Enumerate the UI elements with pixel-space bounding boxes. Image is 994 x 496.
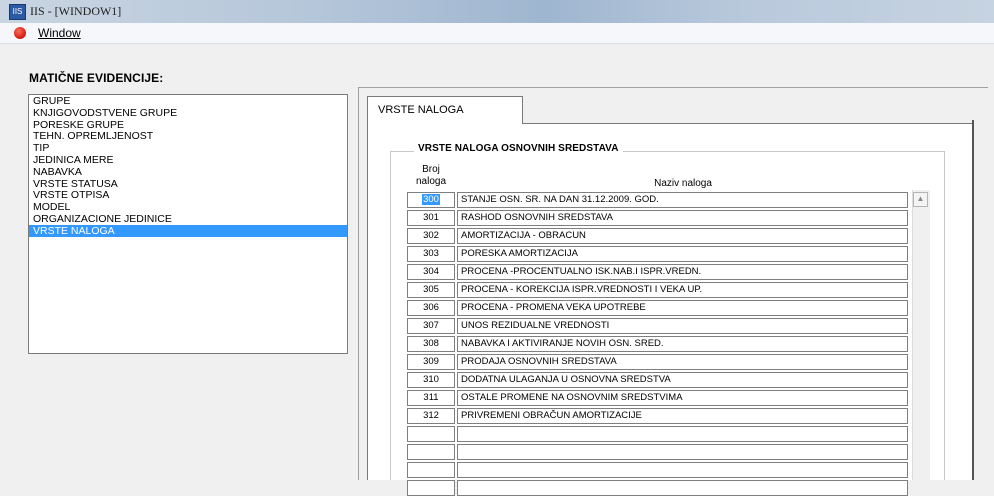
list-item[interactable]: KNJIGOVODSTVENE GRUPE [29, 107, 347, 119]
cell-naziv[interactable] [457, 480, 908, 496]
cell-broj-text: 306 [423, 302, 439, 313]
list-item[interactable]: VRSTE STATUSA [29, 178, 347, 190]
list-item[interactable]: TIP [29, 142, 347, 154]
cell-broj[interactable]: 302 [407, 228, 455, 244]
cell-naziv[interactable]: OSTALE PROMENE NA OSNOVNIM SREDSTVIMA [457, 390, 908, 406]
list-item[interactable]: JEDINICA MERE [29, 154, 347, 166]
column-header-naziv: Naziv naloga [654, 178, 712, 189]
cell-broj[interactable]: 309 [407, 354, 455, 370]
cell-broj[interactable]: 312 [407, 408, 455, 424]
cell-broj[interactable]: 308 [407, 336, 455, 352]
cell-naziv[interactable] [457, 444, 908, 460]
list-item[interactable]: NABAVKA [29, 166, 347, 178]
tab-vrste-naloga[interactable]: VRSTE NALOGA [367, 96, 523, 124]
menu-bar [0, 23, 994, 44]
cell-broj[interactable]: 300 [407, 192, 455, 208]
cell-broj[interactable]: 303 [407, 246, 455, 262]
cell-broj-text: 310 [423, 374, 439, 385]
cell-naziv[interactable]: RASHOD OSNOVNIH SREDSTAVA [457, 210, 908, 226]
cell-broj[interactable] [407, 480, 455, 496]
cell-naziv[interactable]: PROCENA -PROCENTUALNO ISK.NAB.I ISPR.VRE… [457, 264, 908, 280]
menu-window[interactable]: Window [38, 26, 81, 40]
cell-naziv[interactable]: UNOS REZIDUALNE VREDNOSTI [457, 318, 908, 334]
group-title: VRSTE NALOGA OSNOVNIH SREDSTAVA [414, 143, 623, 154]
cell-broj-text: 304 [423, 266, 439, 277]
cell-broj[interactable]: 305 [407, 282, 455, 298]
list-item[interactable]: TEHN. OPREMLJENOST [29, 130, 347, 142]
cell-broj-text: 303 [423, 248, 439, 259]
cell-broj[interactable]: 304 [407, 264, 455, 280]
column-header-broj-line2: naloga [415, 176, 447, 187]
cell-broj[interactable]: 306 [407, 300, 455, 316]
column-header-broj: Broj naloga [407, 164, 455, 188]
evidence-listbox[interactable]: GRUPE KNJIGOVODSTVENE GRUPE PORESKE GRUPE T… [28, 94, 348, 354]
cell-broj-text: 309 [423, 356, 439, 367]
cell-naziv[interactable] [457, 462, 908, 478]
evidence-heading: MATIČNE EVIDENCIJE: [29, 71, 164, 85]
scroll-up-arrow-icon[interactable]: ▲ [913, 192, 928, 207]
list-item[interactable]: ORGANIZACIONE JEDINICE [29, 213, 347, 225]
cell-naziv[interactable]: PORESKA AMORTIZACIJA [457, 246, 908, 262]
cell-broj-text: 312 [423, 410, 439, 421]
title-bar: IIS IIS - [WINDOW1] [0, 0, 994, 23]
tab-label: VRSTE NALOGA [378, 104, 464, 116]
cell-broj[interactable]: 307 [407, 318, 455, 334]
cell-broj[interactable]: 310 [407, 372, 455, 388]
list-item[interactable]: VRSTE OTPISA [29, 189, 347, 201]
cell-naziv[interactable]: PRIVREMENI OBRAČUN AMORTIZACIJE [457, 408, 908, 424]
cell-broj-text: 308 [423, 338, 439, 349]
cell-broj-text: 311 [423, 392, 439, 403]
red-circle-icon[interactable] [14, 27, 26, 39]
cell-naziv[interactable]: DODATNA ULAGANJA U OSNOVNA SREDSTVA [457, 372, 908, 388]
cell-naziv[interactable]: NABAVKA I AKTIVIRANJE NOVIH OSN. SRED. [457, 336, 908, 352]
cell-broj-text: 301 [423, 212, 439, 223]
cell-broj[interactable]: 301 [407, 210, 455, 226]
cell-naziv[interactable]: PRODAJA OSNOVNIH SREDSTAVA [457, 354, 908, 370]
cell-broj[interactable] [407, 444, 455, 460]
cell-naziv[interactable]: PROCENA - KOREKCIJA ISPR.VREDNOSTI I VEK… [457, 282, 908, 298]
list-item[interactable]: PORESKE GRUPE [29, 119, 347, 131]
cell-broj[interactable] [407, 426, 455, 442]
cell-broj-text: 307 [423, 320, 439, 331]
list-item[interactable]: VRSTE NALOGA [29, 224, 347, 237]
tab-page-edge [972, 120, 974, 480]
window-title: IIS - [WINDOW1] [30, 4, 122, 18]
cell-naziv[interactable] [457, 426, 908, 442]
cell-broj-text: 300 [422, 194, 440, 205]
cell-naziv[interactable]: PROCENA - PROMENA VEKA UPOTREBE [457, 300, 908, 316]
column-header-broj-line1: Broj [422, 164, 440, 175]
cell-broj-text: 305 [423, 284, 439, 295]
grid-scrollbar[interactable] [912, 190, 930, 480]
cell-broj[interactable]: 311 [407, 390, 455, 406]
list-item[interactable]: MODEL [29, 201, 347, 213]
app-icon[interactable]: IIS [9, 4, 26, 20]
cell-naziv[interactable]: AMORTIZACIJA - OBRACUN [457, 228, 908, 244]
cell-broj-text: 302 [423, 230, 439, 241]
cell-broj[interactable] [407, 462, 455, 478]
cell-naziv[interactable]: STANJE OSN. SR. NA DAN 31.12.2009. GOD. [457, 192, 908, 208]
list-item[interactable]: GRUPE [29, 95, 347, 107]
